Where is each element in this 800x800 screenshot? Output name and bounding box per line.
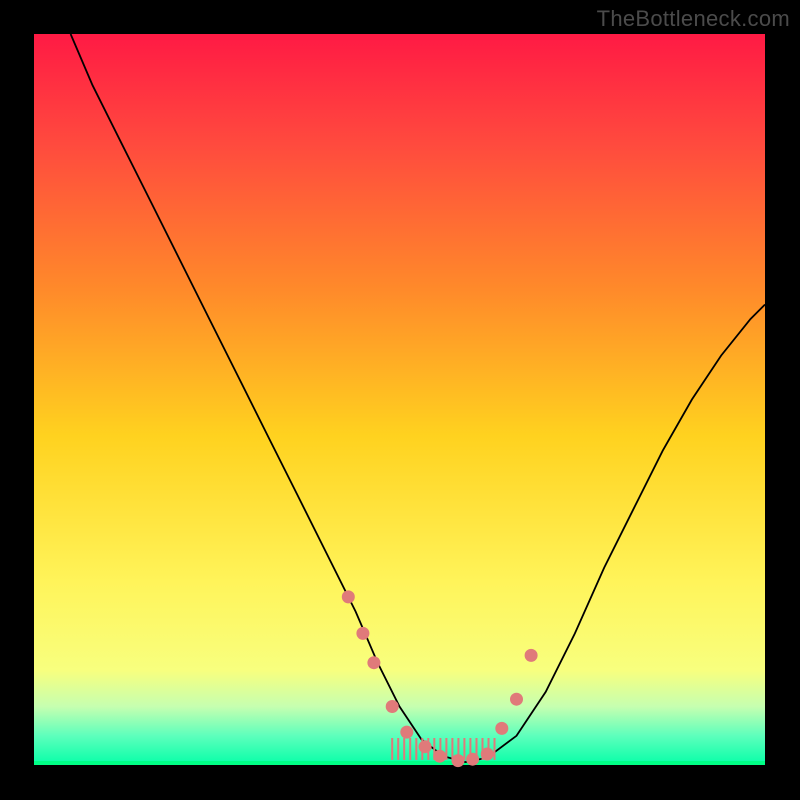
- bottleneck-curve: [71, 34, 765, 762]
- highlight-dot: [342, 590, 355, 603]
- highlight-dot: [452, 754, 465, 767]
- highlight-dot: [466, 753, 479, 766]
- highlight-dot: [356, 627, 369, 640]
- chart-container: { "watermark": "TheBottleneck.com", "fra…: [0, 0, 800, 800]
- curve-layer: [0, 0, 800, 800]
- highlight-dot: [495, 722, 508, 735]
- highlight-dot: [510, 693, 523, 706]
- highlight-dot: [367, 656, 380, 669]
- highlight-dot: [525, 649, 538, 662]
- highlight-dot: [386, 700, 399, 713]
- highlight-dot: [433, 750, 446, 763]
- highlight-dot: [419, 740, 432, 753]
- highlight-dot: [481, 748, 494, 761]
- highlight-dot: [400, 726, 413, 739]
